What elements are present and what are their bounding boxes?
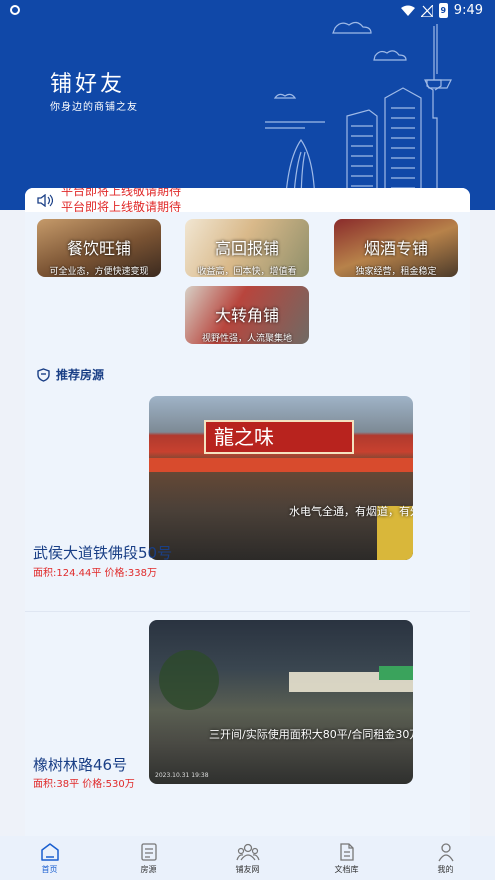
app-brand-title: 铺好友 [50, 72, 126, 97]
app-notification-icon [10, 5, 20, 15]
tab-label: 文档库 [334, 864, 359, 874]
listing-icon [140, 842, 157, 861]
listing-caption: 三开间/实际使用面积大80平/合同租金30万一年 [209, 728, 413, 741]
clock: 9:49 [453, 3, 483, 18]
listing-photo[interactable]: 龍之味 水电气全通，有烟道，有外摆。 [149, 396, 413, 560]
announcement-text-next: 平台即将上线敬请期待 [61, 200, 182, 212]
document-icon [339, 842, 354, 861]
speaker-icon [37, 194, 53, 207]
shield-icon [37, 367, 50, 382]
listing-name: 武侯大道铁佛段50号 [33, 544, 173, 562]
category-title: 大转角铺 [214, 306, 279, 325]
category-tile-catering[interactable]: 餐饮旺铺 可全业态，方便快速变现 [37, 219, 161, 277]
wifi-icon [400, 5, 415, 16]
listing-meta: 面积:124.44平 价格:338万 [33, 568, 157, 579]
category-tile-corner-shop[interactable]: 大转角铺 视野性强，人流聚集地 [185, 286, 309, 344]
category-tile-tobacco-liquor[interactable]: 烟酒专铺 独家经营，租金稳定 [334, 219, 458, 277]
section-recommended: 推荐房源 [37, 366, 104, 383]
battery-icon: 9 [438, 3, 448, 18]
photo-timestamp: 2023.10.31 19:38 [155, 772, 209, 779]
category-title: 高回报铺 [214, 239, 279, 258]
section-title: 推荐房源 [56, 368, 105, 382]
listing-caption: 水电气全通，有烟道，有外摆。 [289, 505, 413, 518]
listing-photo[interactable]: 三开间/实际使用面积大80平/合同租金30万一年 2023.10.31 19:3… [149, 620, 413, 784]
storefront-banner [149, 458, 413, 472]
listing-card[interactable]: 三开间/实际使用面积大80平/合同租金30万一年 2023.10.31 19:3… [25, 620, 470, 800]
home-content-card: 平台即将上线敬请期待 平台即将上线敬请期待 餐饮旺铺 可全业态，方便快速变现 高… [25, 188, 470, 848]
tab-documents[interactable]: 文档库 [297, 836, 396, 880]
tab-label: 首页 [41, 864, 58, 874]
signal-icon [420, 4, 433, 17]
listing-divider [25, 611, 470, 612]
tree-silhouette [159, 650, 219, 710]
tab-label: 铺友网 [235, 864, 260, 874]
tab-listings[interactable]: 房源 [99, 836, 198, 880]
city-skyline-illustration [265, 21, 452, 210]
announcement-bar[interactable]: 平台即将上线敬请期待 平台即将上线敬请期待 [25, 188, 470, 212]
storefront-sign-green [379, 666, 413, 680]
community-icon [235, 843, 260, 860]
category-subtitle: 收益高，回本快，增值看 [197, 267, 297, 277]
category-subtitle: 可全业态，方便快速变现 [49, 267, 149, 277]
category-subtitle: 视野性强，人流聚集地 [201, 334, 292, 344]
profile-icon [437, 842, 454, 861]
category-title: 餐饮旺铺 [66, 239, 131, 258]
announcement-text: 平台即将上线敬请期待 [61, 188, 182, 198]
category-tile-high-return[interactable]: 高回报铺 收益高，回本快，增值看 [185, 219, 309, 277]
category-subtitle: 独家经营，租金稳定 [355, 267, 437, 277]
bottom-tab-bar: 首页 房源 铺友网 文档库 我的 [0, 836, 495, 880]
listing-card[interactable]: 龍之味 水电气全通，有烟道，有外摆。 武侯大道铁佛段50号 面积:124.44平… [25, 396, 470, 610]
listing-meta: 面积:38平 价格:530万 [33, 779, 135, 790]
app-slogan: 你身边的商铺之友 [50, 102, 138, 113]
home-icon [40, 842, 59, 861]
tab-home[interactable]: 首页 [0, 836, 99, 880]
listing-name: 橡树林路46号 [33, 756, 128, 774]
tab-community[interactable]: 铺友网 [198, 836, 297, 880]
tab-label: 房源 [140, 864, 157, 874]
category-title: 烟酒专铺 [363, 239, 428, 258]
storefront-sign: 龍之味 [204, 420, 354, 454]
tab-profile[interactable]: 我的 [396, 836, 495, 880]
tab-label: 我的 [437, 864, 454, 874]
header-banner: 9 9:49 铺好友 你身边的商铺之友 [0, 0, 495, 210]
